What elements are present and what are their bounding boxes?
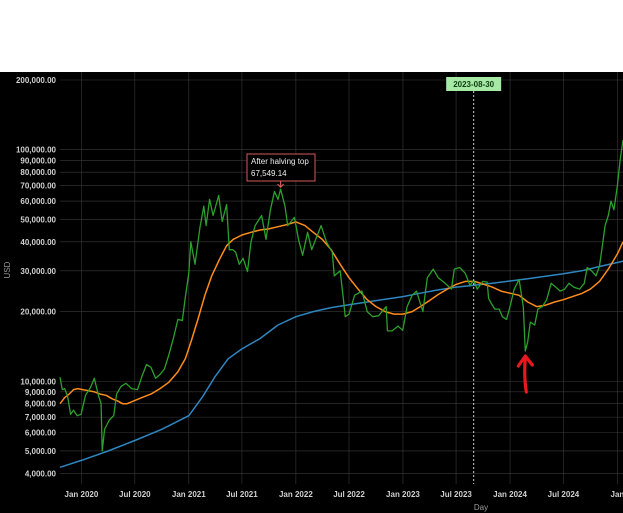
y-tick-label: 70,000.00 bbox=[20, 182, 56, 191]
x-tick-label: Jan 2024 bbox=[493, 490, 527, 499]
x-tick-label: Jul 2020 bbox=[119, 490, 151, 499]
plot-background bbox=[0, 72, 623, 513]
x-tick-label: Jul 2022 bbox=[333, 490, 365, 499]
x-tick-label: Jan 2021 bbox=[172, 490, 206, 499]
x-tick-label: Jan 2022 bbox=[279, 490, 313, 499]
x-tick-label: Jan 2023 bbox=[386, 490, 420, 499]
x-tick-label: Jul 2024 bbox=[548, 490, 580, 499]
y-tick-label: 20,000.00 bbox=[20, 308, 56, 317]
y-tick-label: 7,000.00 bbox=[25, 413, 57, 422]
y-tick-label: 10,000.00 bbox=[20, 377, 56, 386]
y-tick-label: 100,000.00 bbox=[16, 146, 57, 155]
x-tick-label: Jan 2020 bbox=[65, 490, 99, 499]
y-tick-label: 6,000.00 bbox=[25, 429, 57, 438]
y-tick-label: 4,000.00 bbox=[25, 469, 57, 478]
y-tick-label: 5,000.00 bbox=[25, 447, 57, 456]
price-chart: 4,000.00 5,000.00 6,000.00 7,000.00 8,000.00… bbox=[0, 72, 623, 513]
x-axis-label: Day bbox=[474, 503, 488, 512]
y-tick-label: 50,000.00 bbox=[20, 215, 56, 224]
x-tick-label: Jul 2021 bbox=[226, 490, 258, 499]
y-tick-label: 8,000.00 bbox=[25, 400, 57, 409]
chart-root: 4,000.00 5,000.00 6,000.00 7,000.00 8,000.00… bbox=[0, 0, 623, 513]
y-tick-label: 60,000.00 bbox=[20, 197, 56, 206]
y-tick-label: 200,000.00 bbox=[16, 76, 57, 85]
annotation-value: 67,549.14 bbox=[251, 169, 287, 178]
y-tick-label: 80,000.00 bbox=[20, 168, 56, 177]
y-tick-label: 90,000.00 bbox=[20, 156, 56, 165]
x-tick-label: Jul 2023 bbox=[440, 490, 472, 499]
y-axis-label: USD bbox=[3, 261, 12, 278]
date-marker-label: 2023-08-30 bbox=[453, 80, 494, 89]
y-tick-label: 40,000.00 bbox=[20, 238, 56, 247]
x-tick-label: Jan bbox=[611, 490, 623, 499]
annotation-title: After halving top bbox=[251, 157, 309, 166]
y-tick-label: 30,000.00 bbox=[20, 267, 56, 276]
y-tick-label: 9,000.00 bbox=[25, 388, 57, 397]
